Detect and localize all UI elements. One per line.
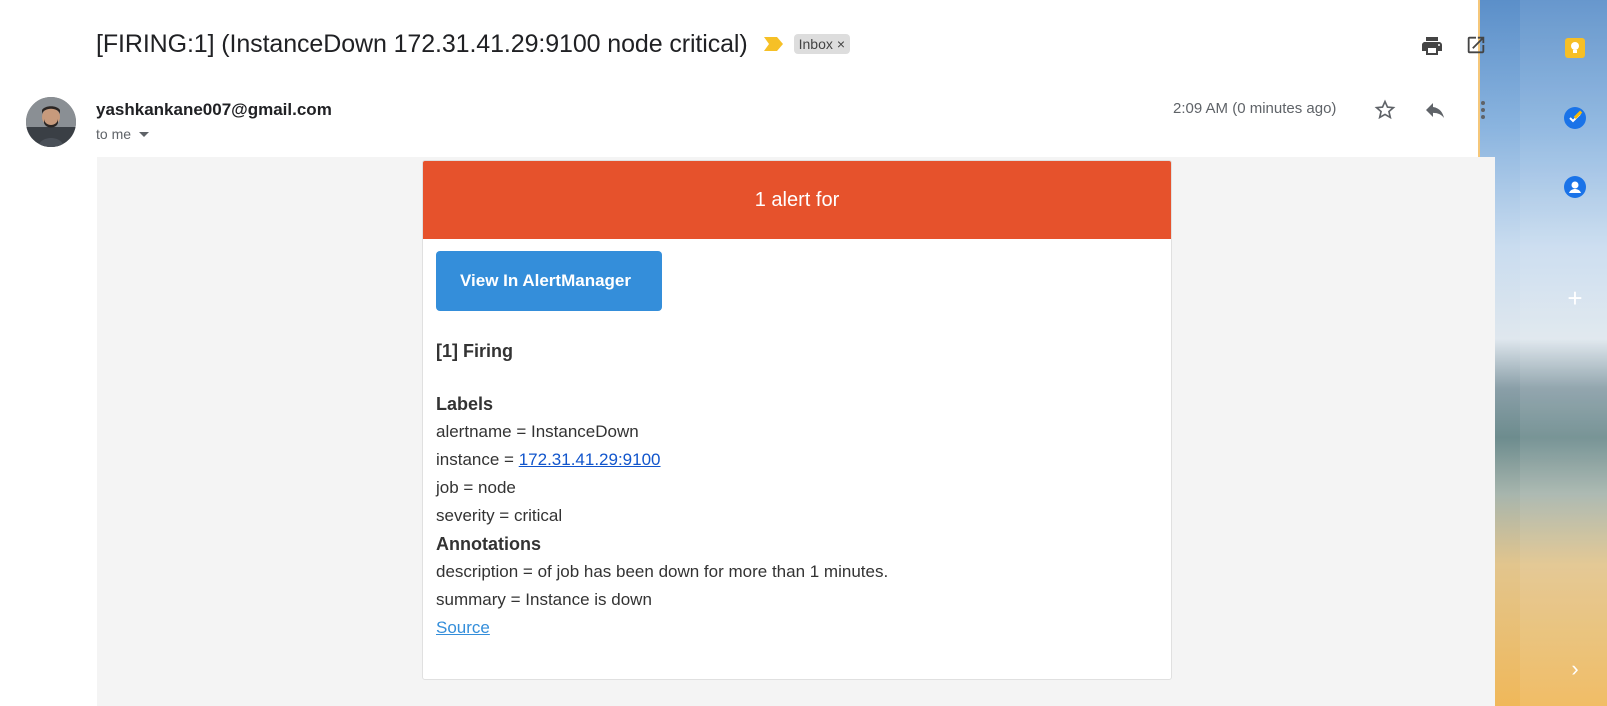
tasks-icon[interactable]	[1560, 103, 1590, 133]
more-vert-icon[interactable]	[1470, 97, 1496, 123]
recipient-text: to me	[96, 126, 132, 142]
open-new-window-icon[interactable]	[1465, 34, 1487, 61]
keep-icon[interactable]	[1560, 33, 1590, 63]
label-severity: severity = critical	[436, 506, 563, 525]
annotation-summary: summary = Instance is down	[436, 590, 652, 609]
recipient-details[interactable]: to me	[96, 126, 150, 142]
instance-link[interactable]: 172.31.41.29:9100	[519, 450, 661, 469]
importance-marker-icon[interactable]	[763, 37, 784, 51]
annotations-title: Annotations	[436, 534, 541, 554]
remove-label-icon[interactable]: ×	[837, 36, 845, 52]
alert-header: 1 alert for	[423, 161, 1171, 239]
add-icon[interactable]: +	[1560, 283, 1590, 313]
label-instance-key: instance =	[436, 450, 519, 469]
source-link[interactable]: Source	[436, 614, 1158, 642]
label-instance: instance = 172.31.41.29:9100	[436, 446, 1158, 474]
view-in-alertmanager-button[interactable]: View In AlertManager	[436, 251, 662, 311]
contacts-icon[interactable]	[1560, 172, 1590, 202]
print-icon[interactable]	[1420, 34, 1444, 63]
firing-count: [1] Firing	[436, 341, 513, 361]
labels-title: Labels	[436, 394, 494, 414]
inbox-label-text: Inbox	[798, 36, 833, 52]
star-icon[interactable]	[1372, 97, 1398, 123]
alert-body: View In AlertManager [1] Firing Labels a…	[423, 239, 1171, 654]
annotation-description: description = of job has been down for m…	[436, 562, 889, 581]
email-subject: [FIRING:1] (InstanceDown 172.31.41.29:91…	[96, 29, 748, 58]
reply-icon[interactable]	[1422, 97, 1448, 123]
chevron-down-icon[interactable]	[139, 131, 150, 137]
alert-card: 1 alert for View In AlertManager [1] Fir…	[422, 160, 1172, 680]
expand-icon[interactable]: ›	[1560, 654, 1590, 684]
email-timestamp: 2:09 AM (0 minutes ago)	[1173, 100, 1337, 117]
label-alertname: alertname = InstanceDown	[436, 422, 639, 441]
sender-avatar[interactable]	[26, 97, 76, 147]
label-job: job = node	[436, 478, 516, 497]
sender-email[interactable]: yashkankane007@gmail.com	[96, 100, 332, 120]
email-view: [FIRING:1] (InstanceDown 172.31.41.29:91…	[0, 0, 1495, 706]
subject-row: [FIRING:1] (InstanceDown 172.31.41.29:91…	[96, 28, 851, 60]
inbox-label-chip[interactable]: Inbox ×	[793, 34, 851, 54]
